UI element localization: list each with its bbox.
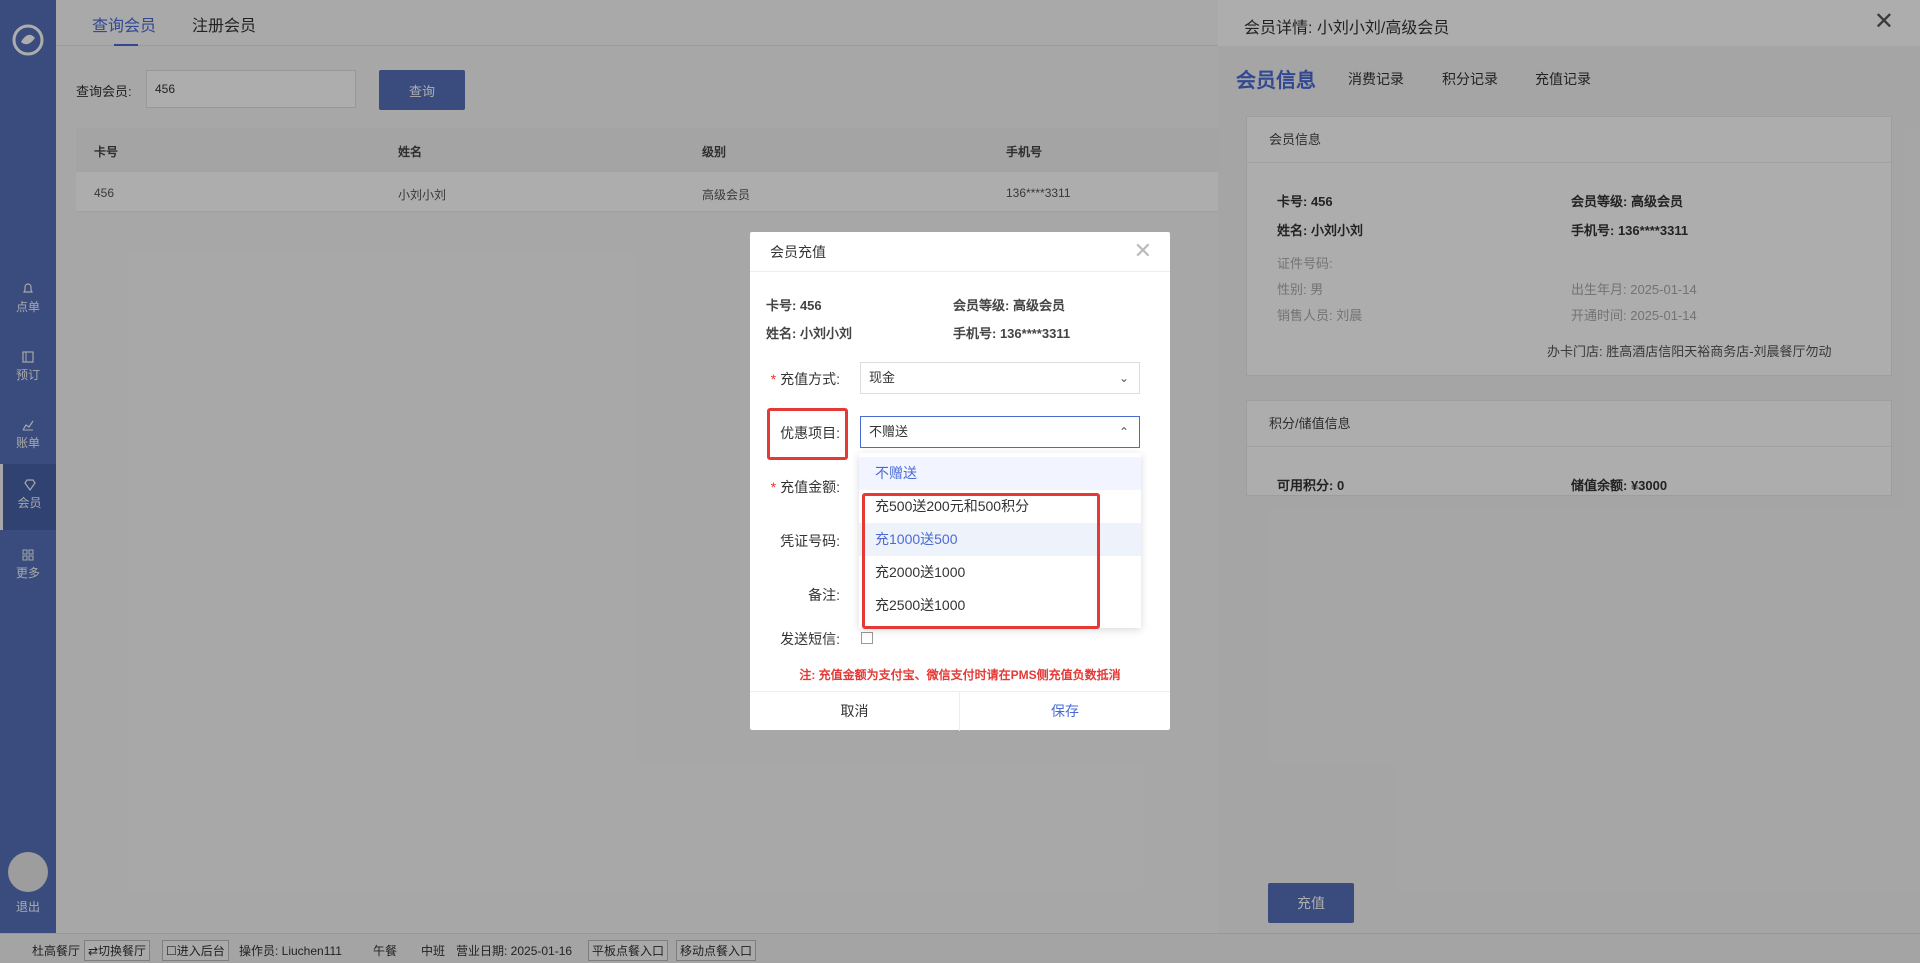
amount-label: * 充值金额: — [770, 479, 840, 495]
remark-label: 备注: — [808, 587, 840, 603]
member-phone: 手机号: 136****3311 — [953, 326, 1071, 341]
chevron-down-icon: ⌄ — [1118, 371, 1129, 385]
pay-method-label: * 充值方式: — [770, 371, 840, 387]
voucher-label: 凭证号码: — [780, 533, 840, 549]
member-name: 姓名: 小刘小刘 — [766, 326, 852, 341]
chevron-up-icon: ⌃ — [1118, 425, 1129, 439]
pay-method-value: 现金 — [869, 370, 896, 385]
dropdown-option[interactable]: 不赠送 — [859, 457, 1141, 490]
promo-select[interactable]: 不赠送 ⌃ — [860, 416, 1140, 448]
close-icon[interactable]: ✕ — [1134, 240, 1152, 262]
recharge-note: 注: 充值金额为支付宝、微信支付时请在PMS侧充值负数抵消 — [799, 668, 1121, 682]
pay-method-select[interactable]: 现金 ⌄ — [860, 362, 1140, 394]
save-button[interactable]: 保存 — [960, 692, 1170, 731]
promo-label-highlight — [767, 408, 848, 460]
promo-value: 不赠送 — [869, 424, 909, 439]
cancel-button[interactable]: 取消 — [750, 692, 960, 731]
card-number: 卡号: 456 — [766, 298, 822, 313]
sms-checkbox[interactable] — [861, 632, 873, 644]
sms-label: 发送短信: — [780, 631, 840, 647]
promo-options-highlight — [862, 493, 1100, 629]
modal-footer: 取消 保存 — [750, 691, 1170, 731]
member-level: 会员等级: 高级会员 — [953, 298, 1065, 313]
modal-title: 会员充值 — [750, 232, 1170, 272]
